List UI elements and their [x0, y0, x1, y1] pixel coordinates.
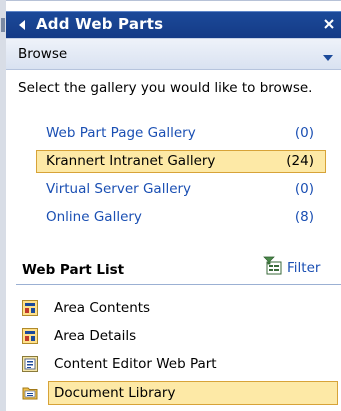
web-part-label: Area Contents — [54, 300, 151, 316]
gallery-count: (0) — [294, 125, 314, 141]
back-arrow-icon[interactable] — [16, 18, 28, 32]
section-divider — [16, 284, 341, 285]
folder-icon — [22, 385, 38, 401]
pane-title: Add Web Parts — [36, 15, 164, 33]
area-icon — [22, 328, 38, 344]
splitter-grip[interactable] — [1, 18, 5, 32]
gallery-count: (0) — [294, 181, 314, 197]
gallery-item-krannert-intranet[interactable]: Krannert Intranet Gallery (24) — [36, 150, 326, 173]
gallery-instructions: Select the gallery you would like to bro… — [18, 80, 313, 96]
web-part-label: Document Library — [54, 385, 176, 401]
filter-label: Filter — [287, 260, 321, 276]
gallery-name: Krannert Intranet Gallery — [46, 153, 216, 169]
close-icon[interactable] — [323, 17, 335, 31]
filter-icon — [263, 256, 283, 276]
gallery-item-web-part-page[interactable]: Web Part Page Gallery (0) — [36, 122, 326, 145]
web-part-item-content-editor[interactable]: Content Editor Web Part — [16, 352, 341, 376]
area-icon — [22, 300, 38, 316]
web-part-label: Area Details — [54, 328, 137, 344]
browse-dropdown[interactable]: Browse — [6, 38, 341, 70]
pane-title-bar: Add Web Parts — [6, 0, 341, 39]
web-part-item-document-library[interactable]: Document Library — [16, 381, 341, 405]
gallery-count: (24) — [286, 153, 314, 169]
gallery-name: Online Gallery — [46, 209, 142, 225]
gallery-item-online[interactable]: Online Gallery (8) — [36, 206, 326, 229]
gallery-item-virtual-server[interactable]: Virtual Server Gallery (0) — [36, 178, 326, 201]
web-part-item-area-contents[interactable]: Area Contents — [16, 296, 341, 320]
web-part-item-area-details[interactable]: Area Details — [16, 324, 341, 348]
content-editor-icon — [22, 356, 38, 372]
gallery-count: (8) — [294, 209, 314, 225]
title-bar-highlight — [6, 11, 341, 12]
web-part-label: Content Editor Web Part — [54, 356, 217, 372]
gallery-name: Web Part Page Gallery — [46, 125, 196, 141]
filter-button[interactable]: Filter — [263, 254, 341, 278]
browse-label: Browse — [18, 46, 68, 62]
chevron-down-icon[interactable] — [323, 51, 333, 61]
add-web-parts-pane: Add Web Parts Browse Select the gallery … — [6, 0, 341, 411]
web-part-list-title: Web Part List — [22, 262, 125, 278]
gallery-name: Virtual Server Gallery — [46, 181, 192, 197]
